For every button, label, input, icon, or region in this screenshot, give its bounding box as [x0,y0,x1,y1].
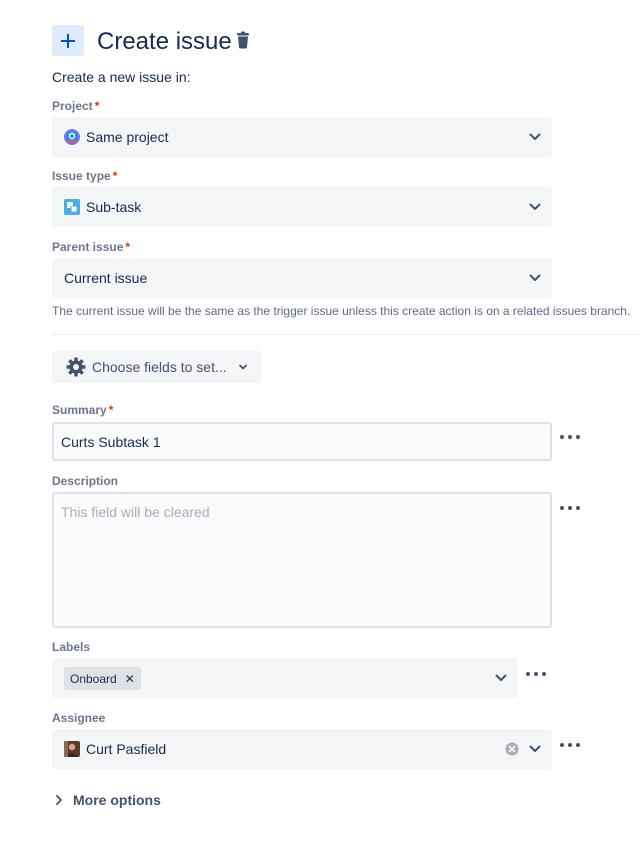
choose-fields-button[interactable]: Choose fields to set... [52,351,261,383]
chevron-right-icon [56,795,62,805]
issue-type-select[interactable]: Sub-task [52,187,552,227]
description-label: Description [52,474,119,488]
issue-type-value: Sub-task [86,199,142,215]
label-tag: Onboard ✕ [64,667,141,690]
parent-issue-select[interactable]: Current issue [52,258,552,298]
trash-icon[interactable] [234,31,252,49]
subtask-icon [64,199,80,215]
description-more-icon[interactable] [560,505,580,511]
parent-issue-label: Parent issue * [52,240,131,254]
more-options-label: More options [73,792,161,808]
labels-more-icon[interactable] [526,671,546,677]
assignee-value: Curt Pasfield [86,741,167,757]
project-avatar-icon [64,129,80,145]
description-placeholder: This field will be cleared [61,504,210,520]
issue-type-label: Issue type * [52,169,118,183]
plus-icon [61,33,75,48]
labels-label: Labels [52,640,91,654]
summary-more-icon[interactable] [560,434,580,440]
more-options-toggle[interactable]: More options [55,792,161,808]
assignee-select[interactable]: Curt Pasfield [52,729,552,769]
summary-value: Curts Subtask 1 [61,434,161,450]
summary-input[interactable]: Curts Subtask 1 [52,422,552,461]
choose-fields-label: Choose fields to set... [92,359,227,375]
chevron-down-icon [529,745,541,752]
clear-icon[interactable] [505,742,519,756]
remove-tag-icon[interactable]: ✕ [125,672,135,686]
project-label: Project * [52,99,100,113]
chevron-down-icon [529,274,541,281]
assignee-label: Assignee [52,711,106,725]
add-action-button[interactable] [52,25,84,56]
chevron-down-icon [238,364,247,370]
user-avatar-icon [64,741,80,757]
page-title: Create issue [97,28,232,55]
project-select[interactable]: Same project [52,117,552,157]
assignee-more-icon[interactable] [560,742,580,748]
summary-label: Summary * [52,403,114,417]
label-tag-text: Onboard [70,671,117,686]
gear-icon [66,357,86,377]
chevron-down-icon [529,203,541,210]
parent-issue-hint: The current issue will be the same as th… [52,304,631,318]
chevron-down-icon [495,674,507,681]
chevron-down-icon [529,133,541,140]
intro-text: Create a new issue in: [52,69,191,85]
section-divider [52,334,640,335]
description-textarea[interactable]: This field will be cleared [52,492,552,628]
project-value: Same project [86,129,169,145]
parent-issue-value: Current issue [64,270,148,286]
